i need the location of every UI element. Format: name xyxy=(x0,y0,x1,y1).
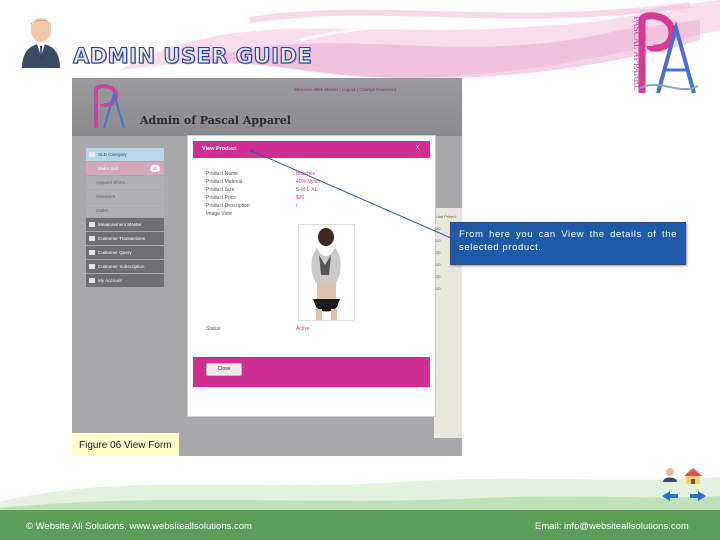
admin-top-nav[interactable]: Welcome Web Master | Logout | Change Pas… xyxy=(294,87,396,92)
table-cell: 20 xyxy=(436,274,441,279)
field-label: Product Size xyxy=(206,187,235,193)
field-value: r xyxy=(296,203,298,209)
table-cell: 20 xyxy=(436,262,441,267)
table-cell: 20 xyxy=(436,226,441,231)
figure-caption: Figure 06 View Form xyxy=(72,433,179,456)
admin-logo-icon xyxy=(94,84,125,129)
sidebar-item-outlet[interactable]: Outlet xyxy=(86,204,164,217)
admin-app-title: Admin of Pascal Apparel xyxy=(140,114,291,127)
field-label: Product Price xyxy=(206,195,237,201)
status-label: Status xyxy=(206,326,221,332)
query-icon xyxy=(89,250,95,255)
sidebar-item-apparel-shirts[interactable]: Apparel Shirts xyxy=(86,176,164,189)
modal-close-icon[interactable]: x xyxy=(416,145,419,151)
sidebar-item-customer-transactions[interactable]: Customer Transactions xyxy=(86,232,164,245)
sidebar-item-measurement-master[interactable]: Measurement Master xyxy=(86,218,164,231)
field-value: S-M-L-XL xyxy=(296,187,318,193)
account-icon xyxy=(89,278,95,283)
navigation-icons xyxy=(662,468,706,501)
sidebar-item-sld-category[interactable]: SLD Category xyxy=(86,148,164,161)
field-label: Product Description xyxy=(206,203,250,209)
subscription-icon xyxy=(89,264,95,269)
footer-swirl-decoration xyxy=(0,477,720,512)
close-button[interactable]: Close xyxy=(206,363,242,376)
modal-title: View Product xyxy=(202,146,237,152)
field-label: Product Name xyxy=(206,171,238,177)
admin-sidebar: SLD Category Swim Suit 32 Apparel Shirts … xyxy=(86,148,164,288)
field-label: Image View xyxy=(206,211,233,217)
user-avatar-icon xyxy=(22,18,60,68)
count-badge: 32 xyxy=(150,165,160,172)
page-title: ADMIN USER GUIDE xyxy=(72,43,313,68)
sidebar-item-sweaters[interactable]: Sweaters xyxy=(86,190,164,203)
embedded-screenshot: Admin of Pascal Apparel Welcome Web Mast… xyxy=(72,78,462,456)
status-value: Active xyxy=(296,326,310,332)
footer-copyright: © Website All Solutions. www.websitealls… xyxy=(26,521,252,532)
ruler-icon xyxy=(89,222,95,227)
annotation-callout: From here you can View the details of th… xyxy=(450,222,686,265)
sidebar-item-swim-suit[interactable]: Swim Suit 32 xyxy=(86,162,164,175)
category-icon xyxy=(89,152,95,157)
field-value: 40% Nylon xyxy=(296,179,321,185)
user-icon[interactable] xyxy=(663,468,677,482)
home-icon[interactable] xyxy=(684,468,702,484)
sidebar-item-customer-subscription[interactable]: Customer Subscription xyxy=(86,260,164,273)
field-value: $20 xyxy=(296,195,305,201)
admin-header-bar xyxy=(72,78,462,136)
field-label: Product Material xyxy=(206,179,243,185)
table-cell: 20 xyxy=(436,286,441,291)
table-header: Unit Priced xyxy=(436,214,456,219)
back-arrow-icon[interactable] xyxy=(662,491,678,501)
sidebar-item-my-account[interactable]: My Account xyxy=(86,274,164,287)
forward-arrow-icon[interactable] xyxy=(690,491,706,501)
transactions-icon xyxy=(89,236,95,241)
pascal-apparel-logo: PASCAL APPAREL xyxy=(632,12,699,94)
view-product-modal: View Product x Product Name Blotches Pro… xyxy=(187,135,436,417)
table-cell: 20 xyxy=(436,238,441,243)
field-value: Blotches xyxy=(296,171,316,177)
sidebar-item-customer-query[interactable]: Customer Query xyxy=(86,246,164,259)
product-image xyxy=(298,224,355,321)
table-cell: 20 xyxy=(436,250,441,255)
footer-email[interactable]: Email: info@websiteallsolutions.com xyxy=(535,521,689,532)
